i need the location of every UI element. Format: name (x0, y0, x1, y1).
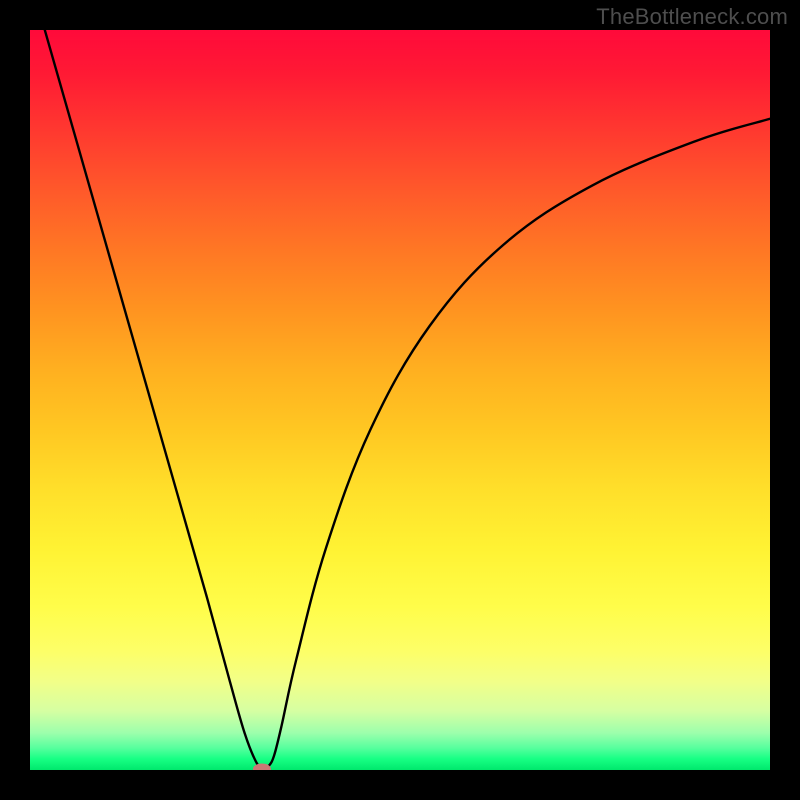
watermark-text: TheBottleneck.com (596, 4, 788, 30)
plot-area (30, 30, 770, 770)
chart-frame: TheBottleneck.com (0, 0, 800, 800)
minimum-marker (253, 764, 271, 770)
bottleneck-curve (30, 30, 770, 770)
